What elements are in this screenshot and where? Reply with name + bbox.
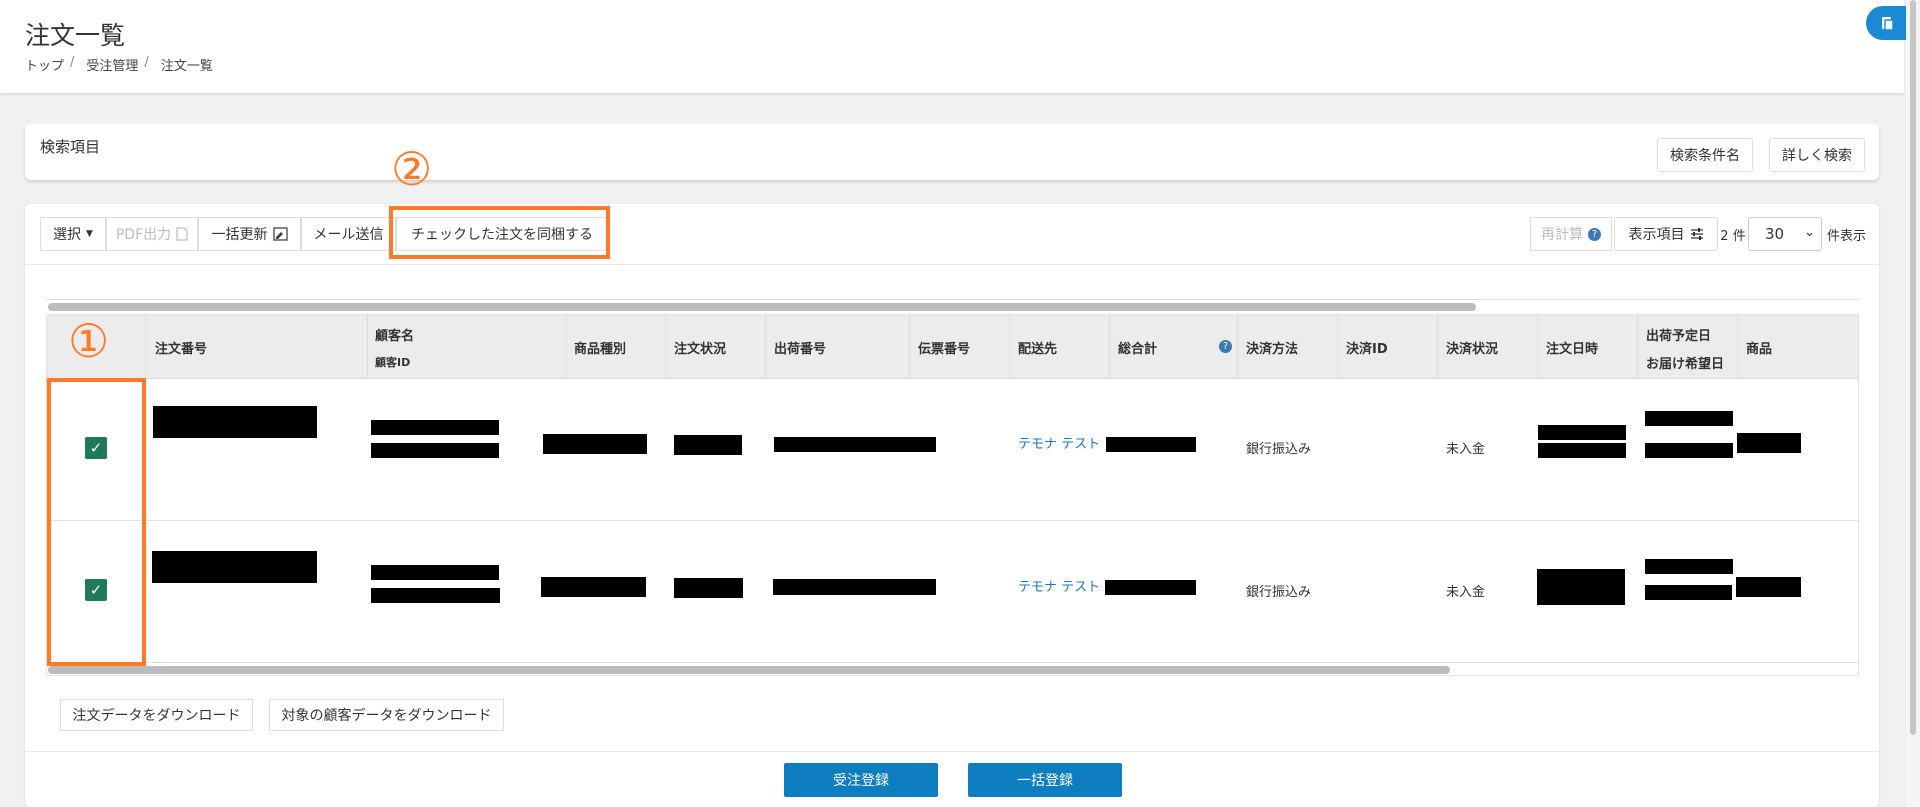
redacted-customer-id xyxy=(371,443,499,458)
search-title: 検索項目 xyxy=(40,138,101,156)
col-order-status[interactable]: 注文状況 xyxy=(674,338,726,357)
annotation-one: ① xyxy=(68,314,110,368)
per-page-suffix: 件表示 xyxy=(1827,229,1867,244)
redacted-ship-date xyxy=(1645,411,1733,426)
page-scrollbar[interactable] xyxy=(1906,0,1920,807)
select-label: 選択 xyxy=(53,227,82,243)
pdf-label: PDF出力 xyxy=(115,227,172,243)
col-customer-id[interactable]: 顧客ID xyxy=(375,354,410,370)
display-items-button[interactable]: 表示項目 xyxy=(1614,217,1718,251)
checkbox-column-highlight xyxy=(47,378,146,666)
col-delivery-date[interactable]: お届け希望日 xyxy=(1646,353,1724,372)
col-payment-method[interactable]: 決済方法 xyxy=(1246,338,1298,357)
payment-status: 未入金 xyxy=(1446,585,1486,600)
search-conditions-button[interactable]: 検索条件名 xyxy=(1657,138,1753,172)
redacted-ship-date xyxy=(1645,559,1733,574)
redacted-order-date xyxy=(1538,425,1626,440)
register-order-button[interactable]: 受注登録 xyxy=(784,763,938,797)
redacted-product-type xyxy=(541,577,646,597)
redacted-delivery-date xyxy=(1645,443,1733,458)
search-panel: 検索項目 検索条件名 詳しく検索 xyxy=(25,124,1879,180)
caret-down-icon: ▼ xyxy=(86,229,93,239)
payment-method: 銀行振込み xyxy=(1246,585,1312,600)
redacted-order-number xyxy=(153,406,317,438)
bulk-register-button[interactable]: 一括登録 xyxy=(968,763,1122,797)
breadcrumb-order-list: 注文一覧 xyxy=(160,59,213,74)
bulk-update-label: 一括更新 xyxy=(211,227,268,243)
send-mail-button[interactable]: メール送信 xyxy=(301,217,396,251)
table-scrollbar-top[interactable] xyxy=(48,303,1476,311)
col-delivery[interactable]: 配送先 xyxy=(1018,338,1057,357)
redacted-customer-name xyxy=(371,420,499,435)
clipboard-icon xyxy=(1882,17,1894,31)
select-dropdown[interactable]: 選択 ▼ xyxy=(40,217,106,251)
download-orders-button[interactable]: 注文データをダウンロード xyxy=(60,699,253,731)
col-order-number[interactable]: 注文番号 xyxy=(155,338,207,357)
redacted-customer-id xyxy=(371,588,500,603)
order-table: 注文番号 顧客名 顧客ID 商品種別 注文状況 出荷番号 伝票番号 配送先 総合… xyxy=(46,314,1859,676)
redacted-total xyxy=(1105,580,1196,595)
bundle-button-highlight xyxy=(389,206,610,259)
edit-grid-icon xyxy=(272,227,288,241)
redacted-customer-name xyxy=(371,565,499,580)
table-scroll-track-top xyxy=(46,299,1859,300)
col-total[interactable]: 総合計 xyxy=(1118,338,1157,357)
breadcrumb: トップ / 受注管理 / 注文一覧 xyxy=(25,55,213,74)
payment-status: 未入金 xyxy=(1446,442,1486,457)
redacted-order-date xyxy=(1537,569,1625,605)
clipboard-button[interactable] xyxy=(1866,6,1908,40)
sliders-icon xyxy=(1690,228,1703,240)
display-items-label: 表示項目 xyxy=(1628,227,1685,243)
chevron-down-icon: ⌄ xyxy=(1804,225,1815,240)
table-row[interactable]: ✓ テモナ テスト 銀行振込み 未入金 xyxy=(47,521,1858,663)
redacted-product xyxy=(1736,577,1801,597)
redacted-shipment-number xyxy=(774,437,936,452)
redacted-product xyxy=(1737,433,1801,453)
bulk-update-button[interactable]: 一括更新 xyxy=(198,217,301,251)
detailed-search-button[interactable]: 詳しく検索 xyxy=(1769,138,1865,172)
result-count: 2 件 xyxy=(1720,229,1746,244)
col-product-type[interactable]: 商品種別 xyxy=(574,338,626,357)
col-slip-number[interactable]: 伝票番号 xyxy=(918,338,970,357)
breadcrumb-top[interactable]: トップ xyxy=(25,55,64,74)
delivery-link[interactable]: テモナ テスト xyxy=(1018,433,1100,452)
redacted-order-number xyxy=(152,551,317,583)
per-page-value: 30 xyxy=(1765,225,1785,243)
per-page-select[interactable]: 30 ⌄ xyxy=(1748,217,1822,251)
table-scrollbar-bottom[interactable] xyxy=(48,666,1450,674)
redacted-order-status xyxy=(674,578,743,598)
pdf-output-button[interactable]: PDF出力 xyxy=(106,217,198,251)
redacted-order-status xyxy=(674,435,742,455)
table-row[interactable]: ✓ テモナ テスト 銀行振込み 未入金 xyxy=(47,379,1858,521)
col-customer-name[interactable]: 顧客名 xyxy=(375,325,414,344)
download-customers-button[interactable]: 対象の顧客データをダウンロード xyxy=(269,699,504,731)
document-icon xyxy=(176,227,188,241)
page-title: 注文一覧 xyxy=(25,21,126,50)
annotation-two: ② xyxy=(391,142,433,196)
col-order-date[interactable]: 注文日時 xyxy=(1546,338,1598,357)
redacted-order-time xyxy=(1538,443,1626,458)
delivery-link[interactable]: テモナ テスト xyxy=(1018,576,1100,595)
footer-divider xyxy=(25,751,1879,752)
redacted-total xyxy=(1106,437,1196,452)
col-ship-date[interactable]: 出荷予定日 xyxy=(1646,325,1711,344)
page-header: 注文一覧 トップ / 受注管理 / 注文一覧 xyxy=(0,0,1904,94)
recalc-label: 再計算 xyxy=(1541,227,1583,243)
col-shipment-number[interactable]: 出荷番号 xyxy=(774,338,826,357)
redacted-product-type xyxy=(543,434,647,454)
toolbar-divider xyxy=(25,264,1879,265)
payment-method: 銀行振込み xyxy=(1246,442,1312,457)
help-icon: ? xyxy=(1588,227,1601,241)
col-payment-id[interactable]: 決済ID xyxy=(1346,338,1388,357)
redacted-shipment-number xyxy=(773,579,936,595)
col-payment-status[interactable]: 決済状況 xyxy=(1446,338,1498,357)
recalculate-button[interactable]: 再計算 ? xyxy=(1530,217,1612,251)
col-product[interactable]: 商品 xyxy=(1746,338,1772,357)
breadcrumb-order-management[interactable]: 受注管理 xyxy=(86,55,138,74)
redacted-delivery-date xyxy=(1645,585,1732,600)
table-header: 注文番号 顧客名 顧客ID 商品種別 注文状況 出荷番号 伝票番号 配送先 総合… xyxy=(47,315,1858,379)
total-help-icon: ? xyxy=(1219,340,1232,353)
